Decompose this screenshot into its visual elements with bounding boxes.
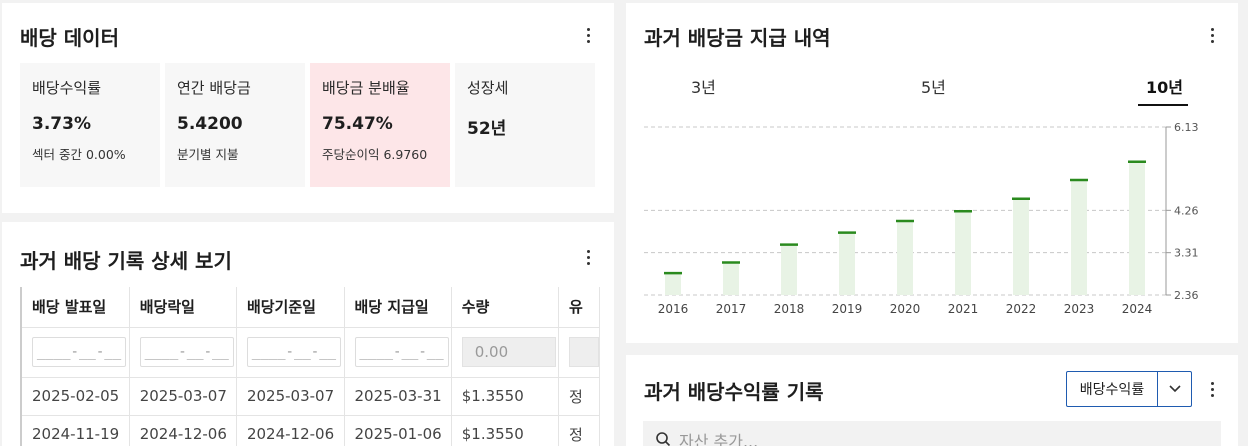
x-tick-label: 2023 [1064,302,1095,316]
y-tick-label: 3.31 [1174,247,1199,260]
x-tick-label: 2016 [658,302,689,316]
payout-history-title: 과거 배당금 지급 내역 [644,26,831,50]
cell: 2025-02-05 [22,376,130,415]
bar [839,232,855,295]
tab-5y[interactable]: 5년 [921,74,946,98]
metric-selector-value[interactable]: 배당수익률 [1067,372,1158,406]
x-tick-label: 2018 [774,302,805,316]
x-tick-label: 2019 [832,302,863,316]
card-dividend-yield: 배당수익률 3.73% 섹터 중간 0.00% [20,63,160,187]
x-tick-label: 2024 [1122,302,1153,316]
cell: $1.3550 [451,414,559,446]
x-tick-label: 2020 [890,302,921,316]
card-sub: 섹터 중간 0.00% [32,147,126,162]
add-asset-search[interactable] [643,421,1221,446]
card-payout-ratio: 배당금 분배율 75.47% 주당순이익 6.9760 [310,63,450,187]
cell: 정 [558,376,600,415]
card-sub: 주당순이익 6.9760 [322,147,428,162]
y-tick-label: 2.36 [1174,289,1199,302]
payout-history-menu-icon[interactable] [1202,25,1222,45]
y-tick-label: 6.13 [1174,121,1199,134]
metric-selector[interactable]: 배당수익률 [1066,371,1192,407]
cell: 2025-03-07 [236,376,345,415]
yield-history-title: 과거 배당수익률 기록 [644,380,824,404]
table-scroll-area[interactable]: 배당 발표일 배당락일 배당기준일 배당 지급일 수량 유 ____-__-__… [20,287,600,446]
col-record-date[interactable]: 배당기준일 [236,287,345,327]
announce-date-filter[interactable]: ____-__-__ [32,337,126,367]
tab-3y[interactable]: 3년 [691,74,716,98]
col-pay-date[interactable]: 배당 지급일 [344,287,452,327]
cell: 2024-12-06 [129,414,237,446]
type-filter[interactable] [568,337,599,367]
dividend-cards: 배당수익률 3.73% 섹터 중간 0.00% 연간 배당금 5.4200 분기… [20,63,595,187]
card-value: 75.47% [322,114,393,134]
record-date-filter[interactable]: ____-__-__ [246,337,341,367]
dividend-data-title: 배당 데이터 [20,26,119,50]
bar [723,262,739,295]
card-label: 성장세 [467,79,509,97]
dividend-data-panel: 배당 데이터 배당수익률 3.73% 섹터 중간 0.00% 연간 배당금 5.… [2,3,614,213]
bar [1013,198,1029,295]
bar [665,273,681,295]
x-tick-label: 2017 [716,302,747,316]
ex-date-filter[interactable]: ____-__-__ [139,337,234,367]
card-annual-dividend: 연간 배당금 5.4200 분기별 지불 [165,63,305,187]
history-table: 배당 발표일 배당락일 배당기준일 배당 지급일 수량 유 ____-__-__… [22,287,600,446]
cell: 2025-03-07 [129,376,237,415]
history-table-title: 과거 배당 기록 상세 보기 [20,249,232,273]
x-tick-label: 2022 [1006,302,1037,316]
history-table-panel: 과거 배당 기록 상세 보기 배당 발표일 배당락일 배당기준일 배당 지급일 … [2,222,614,446]
pay-date-filter[interactable]: ____-__-__ [354,337,449,367]
col-type[interactable]: 유 [558,287,600,327]
card-value: 5.4200 [177,114,243,134]
x-tick-label: 2021 [948,302,979,316]
col-announce-date[interactable]: 배당 발표일 [22,287,130,327]
cell: 정 [558,414,600,446]
card-sub: 분기별 지불 [177,147,239,162]
bar [955,211,971,295]
dividend-data-menu-icon[interactable] [578,25,598,45]
chevron-down-icon[interactable] [1158,372,1191,406]
y-tick-label: 4.26 [1174,204,1199,217]
cell: 2024-11-19 [22,414,130,446]
cell: 2024-12-06 [236,414,345,446]
table-row[interactable]: 2025-02-05 2025-03-07 2025-03-07 2025-03… [22,376,600,415]
cell: 2025-01-06 [344,414,452,446]
bar [1071,180,1087,295]
card-label: 배당수익률 [32,79,102,97]
card-growth: 성장세 52년 [455,63,595,187]
cell: 2025-03-31 [344,376,452,415]
payout-bar-chart: 2.36 3.31 4.26 6.13 2016 2017 2018 2019 2020 2021… [644,121,1199,316]
col-ex-date[interactable]: 배당락일 [129,287,237,327]
amount-filter[interactable]: 0.00 [461,337,556,367]
card-value: 3.73% [32,114,91,134]
card-label: 연간 배당금 [177,79,251,97]
history-table-menu-icon[interactable] [578,247,598,267]
active-tab-underline [1138,104,1188,106]
period-tabs: 3년 5년 10년 [644,70,1188,106]
filter-row: ____-__-__ ____-__-__ ____-__-__ ____-__… [22,326,600,377]
tab-10y[interactable]: 10년 [1146,74,1183,98]
col-amount[interactable]: 수량 [451,287,559,327]
bar [781,244,797,295]
search-icon [655,431,671,446]
yield-history-menu-icon[interactable] [1202,379,1222,399]
bar [1129,161,1145,295]
bar [897,221,913,295]
cell: $1.3550 [451,376,559,415]
card-label: 배당금 분배율 [322,79,410,97]
search-input[interactable] [679,431,979,446]
table-row[interactable]: 2024-11-19 2024-12-06 2024-12-06 2025-01… [22,414,600,446]
card-value: 52년 [467,119,507,139]
